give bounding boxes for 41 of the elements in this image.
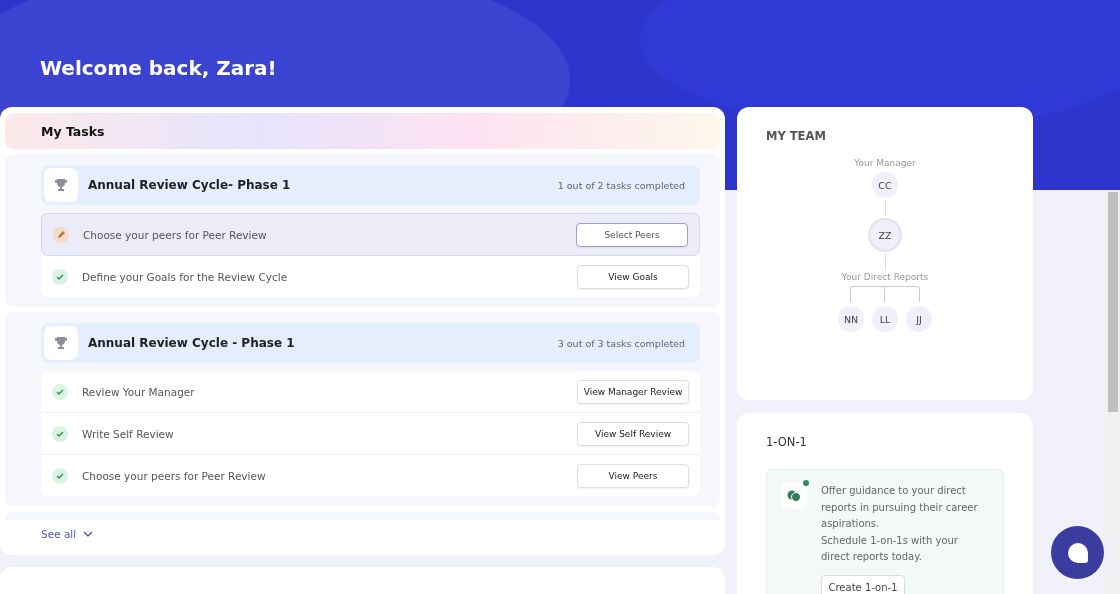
- team-title: MY TEAM: [765, 129, 827, 143]
- task-row[interactable]: Choose your peers for Peer Review Select Peers: [41, 213, 700, 256]
- group-title: Annual Review Cycle- Phase 1: [88, 178, 292, 192]
- task-row[interactable]: Review Your Manager View Manager Review: [41, 371, 700, 413]
- task-label: Write Self Review: [82, 427, 175, 440]
- avatar[interactable]: LL: [872, 306, 898, 332]
- welcome-heading: Welcome back, Zara!: [40, 56, 277, 80]
- group-title: Annual Review Cycle - Phase 1: [88, 336, 296, 350]
- task-button[interactable]: View Self Review: [577, 421, 689, 446]
- chat-button[interactable]: [1051, 526, 1104, 579]
- task-row[interactable]: Define your Goals for the Review Cycle View Goals: [41, 256, 700, 297]
- create-button[interactable]: Create 1-on-1: [821, 574, 905, 594]
- task-button[interactable]: View Peers: [577, 463, 689, 488]
- task-button[interactable]: View Manager Review: [577, 379, 689, 404]
- avatar[interactable]: NN: [838, 306, 864, 332]
- progress-text: 3 out of 3 tasks completed: [557, 337, 685, 349]
- manager-label: Your Manager: [854, 158, 916, 168]
- task-label: Define your Goals for the Review Cycle: [82, 270, 289, 283]
- promo-text: Offer guidance to your direct reports in pursuing their career aspirations.: [821, 484, 979, 531]
- task-label: Review Your Manager: [82, 385, 196, 398]
- tasks-title: My Tasks: [41, 123, 105, 139]
- chevron-icon: [83, 530, 94, 538]
- reports-label: Your Direct Reports: [841, 272, 929, 282]
- scrollbar[interactable]: [1106, 190, 1120, 594]
- task-row[interactable]: Choose your peers for Peer Review View Peers: [41, 455, 700, 496]
- see-all-link[interactable]: See all: [41, 528, 94, 540]
- task-label: Choose your peers for Peer Review: [82, 469, 267, 482]
- task-label: Choose your peers for Peer Review: [83, 228, 268, 241]
- avatar[interactable]: ZZ: [868, 218, 902, 252]
- avatar[interactable]: CC: [872, 172, 898, 198]
- task-button[interactable]: View Goals: [577, 264, 689, 289]
- task-button[interactable]: Select Peers: [576, 222, 688, 247]
- chat-icon: [781, 483, 807, 509]
- avatar[interactable]: JJ: [906, 306, 932, 332]
- trophy-icon: [44, 168, 78, 202]
- connector-lines: [850, 286, 920, 302]
- promo-text: Schedule 1-on-1s with your direct reports today.: [821, 533, 959, 564]
- progress-text: 1 out of 2 tasks completed: [557, 179, 685, 191]
- task-row[interactable]: Write Self Review View Self Review: [41, 413, 700, 455]
- one-on-one-title: 1-ON-1: [765, 434, 808, 449]
- trophy-icon: [44, 326, 78, 360]
